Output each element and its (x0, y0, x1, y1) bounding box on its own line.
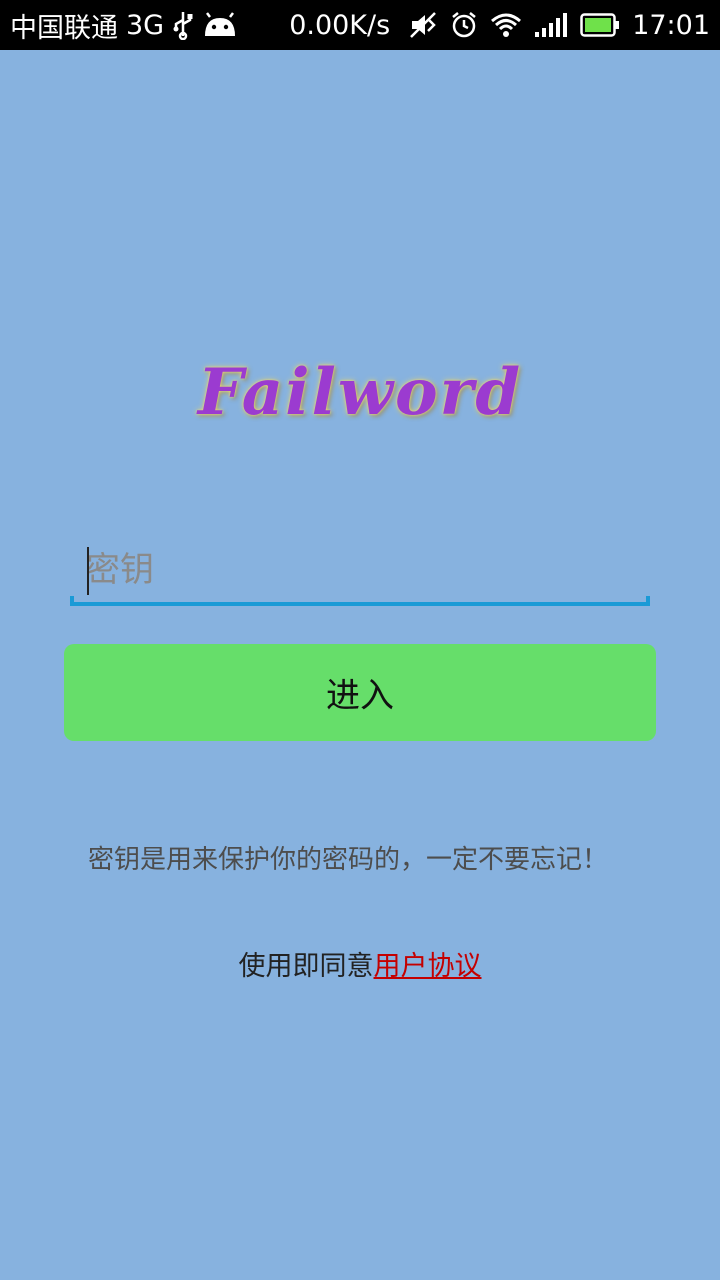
android-icon (202, 12, 238, 38)
user-agreement-link[interactable]: 用户协议 (374, 951, 482, 982)
input-underline (70, 596, 650, 606)
status-bar: 中国联通 3G 0.00K/s 17:01 (0, 0, 720, 50)
agreement-line: 使用即同意用户协议 (0, 944, 720, 983)
key-input[interactable] (70, 540, 650, 600)
alarm-icon (450, 11, 478, 39)
signal-icon (534, 12, 568, 38)
battery-icon (580, 13, 620, 37)
clock: 17:01 (632, 9, 710, 41)
enter-button[interactable]: 进入 (64, 644, 656, 741)
key-hint-text: 密钥是用来保护你的密码的，一定不要忘记！ (88, 845, 609, 875)
usb-icon (172, 10, 194, 40)
key-field[interactable] (70, 540, 650, 606)
agreement-prefix: 使用即同意 (238, 951, 374, 982)
text-cursor (87, 547, 89, 595)
carrier-name: 中国联通 (10, 12, 118, 44)
network-type: 3G (126, 9, 165, 41)
app-logo: Failword (197, 355, 523, 430)
mute-icon (408, 11, 438, 39)
network-speed: 0.00K/s (289, 9, 391, 41)
wifi-icon (490, 12, 522, 38)
